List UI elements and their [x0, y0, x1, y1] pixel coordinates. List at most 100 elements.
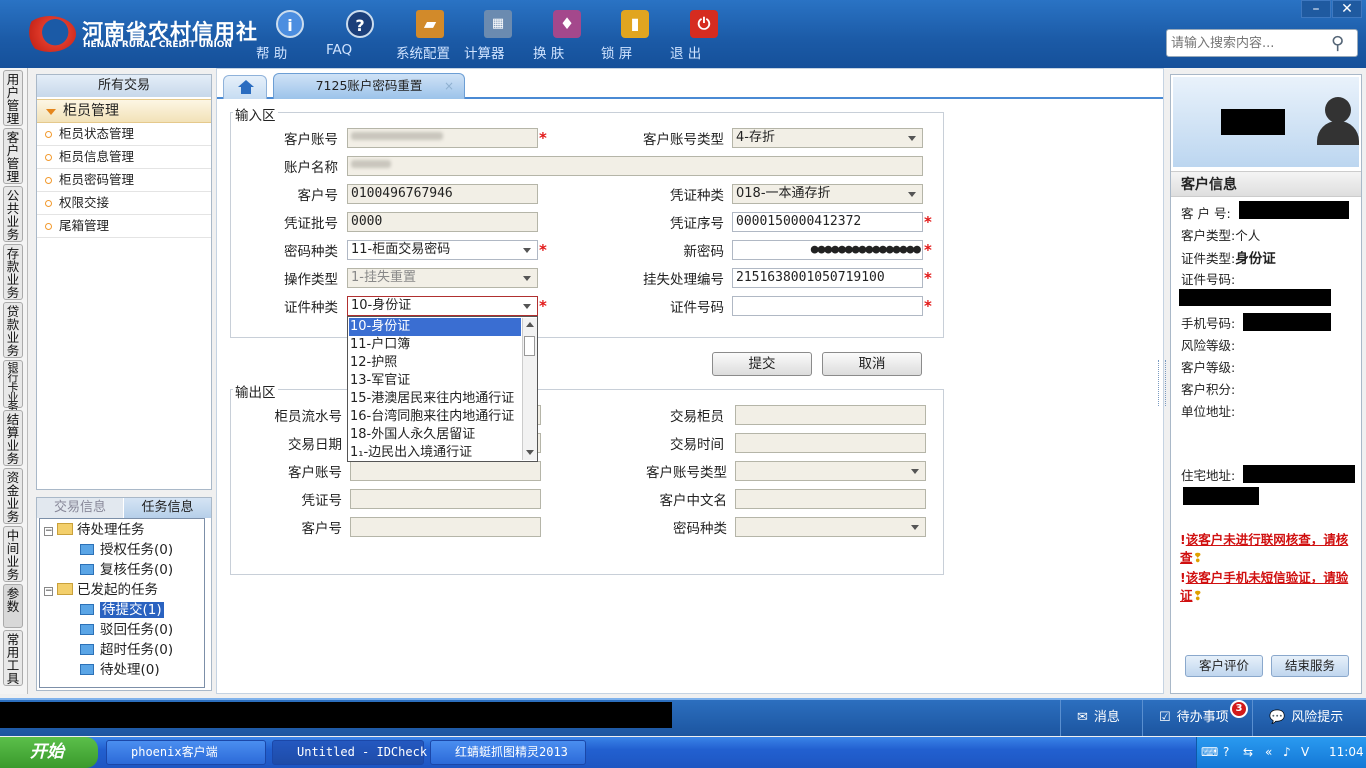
account-name-field[interactable]	[347, 156, 923, 176]
close-window-button[interactable]: ✕	[1332, 0, 1362, 18]
vnav-params[interactable]: 参数	[3, 584, 23, 628]
vnav-deposit[interactable]: 存款业务	[3, 244, 23, 300]
menu-item-permission-handover[interactable]: 权限交接	[37, 192, 211, 215]
tree-node-timeout[interactable]: 超时任务(0)	[80, 640, 173, 660]
account-type-select[interactable]: 4-存折	[732, 128, 923, 148]
clock[interactable]: 11:04	[1329, 737, 1364, 768]
trade-teller-field[interactable]	[735, 405, 926, 425]
taskbar-app-screenshot-tool[interactable]: 红蜻蜓抓图精灵2013	[430, 740, 586, 765]
operation-type-select[interactable]: 1-挂失重置	[347, 268, 538, 288]
password-type-select[interactable]: 11-柜面交易密码	[347, 240, 538, 260]
menu-item-teller-password[interactable]: 柜员密码管理	[37, 169, 211, 192]
submit-button[interactable]: 提交	[712, 352, 812, 376]
tree-node-todo[interactable]: 待处理(0)	[80, 660, 160, 680]
vnav-settlement[interactable]: 结算业务	[3, 410, 23, 466]
vpn-icon[interactable]: V	[1301, 737, 1309, 768]
out-account-type-select[interactable]	[735, 461, 926, 481]
network-icon[interactable]: ⇆	[1243, 737, 1253, 768]
dropdown-option[interactable]: 13-军官证	[349, 372, 521, 390]
minimize-button[interactable]: –	[1301, 0, 1331, 18]
lock-screen-button[interactable]: ▮ 锁 屏	[601, 8, 669, 64]
tree-node-auth[interactable]: 授权任务(0)	[80, 540, 173, 560]
exit-button[interactable]: ⏻ 退 出	[670, 8, 738, 64]
system-config-button[interactable]: ▰ 系统配置	[396, 8, 464, 64]
dropdown-option[interactable]: 12-护照	[349, 354, 521, 372]
cancel-button[interactable]: 取消	[822, 352, 922, 376]
voucher-seq-field[interactable]: 0000150000412372	[732, 212, 923, 232]
redacted-status-message	[0, 702, 672, 728]
out-customer-no-field[interactable]	[350, 517, 541, 537]
scroll-down-icon[interactable]	[526, 450, 534, 455]
search-icon[interactable]: ⚲	[1331, 33, 1353, 55]
tab-task-info[interactable]: 任务信息	[124, 498, 211, 518]
menu-item-teller-info[interactable]: 柜员信息管理	[37, 146, 211, 169]
required-mark: *	[924, 213, 932, 231]
menu-group-teller-mgmt[interactable]: 柜员管理	[37, 99, 211, 123]
label-out-customer-no: 客户号	[301, 521, 343, 537]
collapse-icon[interactable]: −	[44, 587, 53, 596]
dropdown-option[interactable]: 15-港澳居民来往内地通行证	[349, 390, 521, 408]
collapse-icon[interactable]: −	[44, 527, 53, 536]
dropdown-option[interactable]: 11-户口簿	[349, 336, 521, 354]
scroll-up-icon[interactable]	[526, 322, 534, 327]
vnav-public-business[interactable]: 公共业务	[3, 186, 23, 242]
volume-icon[interactable]: ♪	[1283, 737, 1291, 768]
vnav-tools[interactable]: 常用工具	[3, 630, 23, 686]
search-input[interactable]	[1171, 31, 1331, 55]
help-button[interactable]: i帮 助	[256, 8, 324, 64]
start-button[interactable]: 开始	[0, 737, 98, 768]
dropdown-option[interactable]: 10-身份证	[349, 318, 521, 336]
tab-home[interactable]	[223, 75, 267, 99]
vnav-user-mgmt[interactable]: 用户管理	[3, 70, 23, 126]
id-type-select[interactable]: 10-身份证	[347, 296, 538, 316]
menu-item-tail-box[interactable]: 尾箱管理	[37, 215, 211, 238]
customer-cn-name-field[interactable]	[735, 489, 926, 509]
vnav-loan[interactable]: 贷款业务	[3, 302, 23, 358]
risk-alert-button[interactable]: 💬 风险提示	[1252, 700, 1366, 736]
customer-evaluation-button[interactable]: 客户评价	[1185, 655, 1263, 677]
dropdown-option[interactable]: 1₁-边民出入境通行证	[349, 444, 521, 462]
tree-node-to-submit[interactable]: 待提交(1)	[80, 600, 164, 620]
faq-button[interactable]: ? FAQ	[326, 8, 394, 64]
tree-node-rejected[interactable]: 驳回任务(0)	[80, 620, 173, 640]
skin-button[interactable]: ♦ 换 肤	[533, 8, 601, 64]
tab-trade-info[interactable]: 交易信息	[37, 498, 123, 518]
scroll-thumb[interactable]	[524, 336, 535, 356]
dropdown-option[interactable]: 16-台湾同胞来往内地通行证	[349, 408, 521, 426]
tree-node-pending[interactable]: − 待处理任务	[44, 520, 145, 540]
tree-node-initiated[interactable]: − 已发起的任务	[44, 580, 158, 600]
voucher-type-select[interactable]: 018-一本通存折	[732, 184, 923, 204]
warning-network-check[interactable]: !该客户未进行联网核查，请核查❢	[1180, 531, 1358, 567]
calculator-button[interactable]: ▦ 计算器	[464, 8, 532, 64]
taskbar-app-idcheck[interactable]: Untitled - IDCheck	[272, 740, 427, 765]
loss-handling-no-field[interactable]: 2151638001050719100	[732, 268, 923, 288]
tab-password-reset[interactable]: 7125账户密码重置 ×	[273, 73, 465, 99]
trade-time-field[interactable]	[735, 433, 926, 453]
vnav-intermediary[interactable]: 中间业务	[3, 526, 23, 582]
out-password-type-select[interactable]	[735, 517, 926, 537]
messages-button[interactable]: ✉ 消息	[1060, 700, 1142, 736]
new-password-field[interactable]: ●●●●●●●●●●●●●●●●	[732, 240, 923, 260]
id-number-field[interactable]	[732, 296, 923, 316]
menu-header[interactable]: 所有交易	[37, 75, 211, 97]
close-icon[interactable]: ×	[444, 74, 454, 98]
tray-expand-icon[interactable]: «	[1265, 737, 1272, 768]
panel-collapse-handle[interactable]	[1158, 360, 1166, 406]
warning-sms-verify[interactable]: !该客户手机未短信验证，请验证❢	[1180, 569, 1358, 605]
vnav-customer-mgmt[interactable]: 客户管理	[3, 128, 23, 184]
customer-no-field[interactable]: 0100496767946	[347, 184, 538, 204]
menu-item-teller-status[interactable]: 柜员状态管理	[37, 123, 211, 146]
vnav-funds[interactable]: 资金业务	[3, 468, 23, 524]
keyboard-icon[interactable]: ⌨	[1201, 737, 1218, 768]
taskbar-app-phoenix[interactable]: phoenix客户端	[106, 740, 266, 765]
vnav-bankcard[interactable]: 银行卡业务	[3, 360, 23, 413]
customer-account-field[interactable]	[347, 128, 538, 148]
out-customer-account-field[interactable]	[350, 461, 541, 481]
voucher-batch-field[interactable]: 0000	[347, 212, 538, 232]
end-service-button[interactable]: 结束服务	[1271, 655, 1349, 677]
help-tray-icon[interactable]: ?	[1223, 737, 1229, 768]
voucher-no-field[interactable]	[350, 489, 541, 509]
dropdown-scrollbar[interactable]	[522, 318, 537, 460]
dropdown-option[interactable]: 18-外国人永久居留证	[349, 426, 521, 444]
tree-node-review[interactable]: 复核任务(0)	[80, 560, 173, 580]
